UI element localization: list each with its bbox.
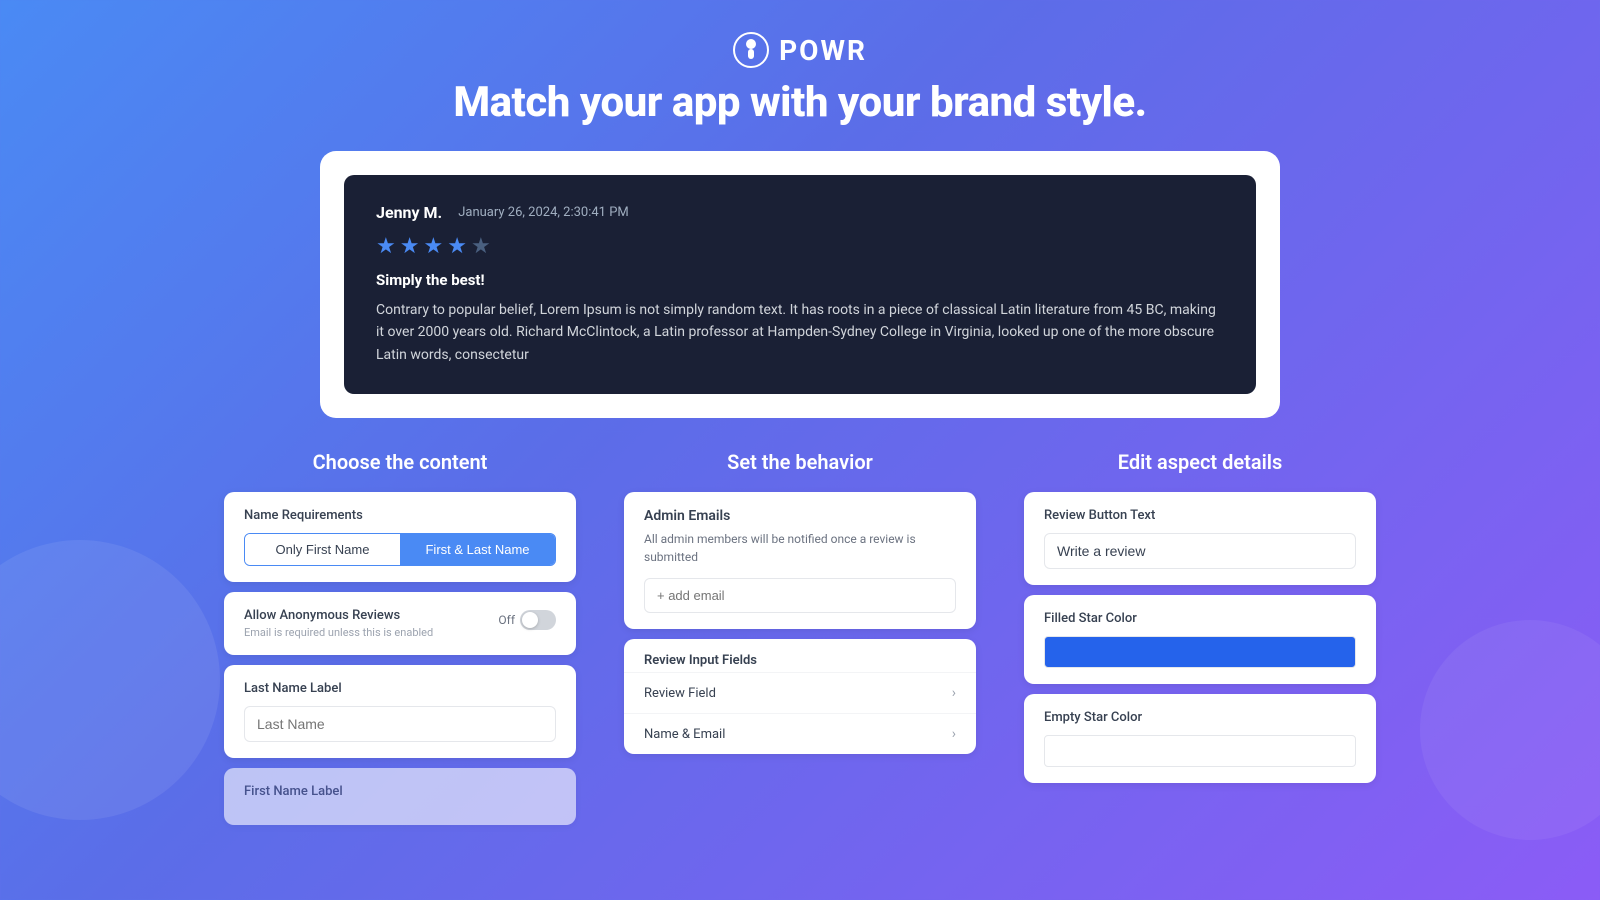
- logo-area: POWR: [0, 32, 1600, 68]
- content-column-title: Choose the content: [224, 450, 576, 474]
- allow-anonymous-info: Allow Anonymous Reviews Email is require…: [244, 608, 433, 639]
- tagline: Match your app with your brand style.: [0, 78, 1600, 127]
- behavior-column: Set the behavior Admin Emails All admin …: [600, 450, 1000, 835]
- last-name-label-card: Last Name Label: [224, 665, 576, 758]
- name-requirements-card: Name Requirements Only First Name First …: [224, 492, 576, 582]
- empty-star-color-label: Empty Star Color: [1044, 710, 1356, 725]
- review-body: Contrary to popular belief, Lorem Ipsum …: [376, 299, 1224, 366]
- review-card: Jenny M. January 26, 2024, 2:30:41 PM ★ …: [344, 175, 1256, 394]
- last-name-input[interactable]: [244, 706, 556, 742]
- switch-track[interactable]: [520, 610, 556, 630]
- logo-text: POWR: [779, 34, 867, 67]
- switch-knob: [522, 612, 538, 628]
- review-date: January 26, 2024, 2:30:41 PM: [458, 205, 629, 220]
- aspect-column: Edit aspect details Review Button Text F…: [1000, 450, 1400, 835]
- allow-anonymous-label: Allow Anonymous Reviews: [244, 608, 433, 623]
- first-name-label: First Name Label: [244, 784, 556, 799]
- last-name-label: Last Name Label: [244, 681, 556, 696]
- name-toggle-group: Only First Name First & Last Name: [244, 533, 556, 566]
- name-requirements-label: Name Requirements: [244, 508, 556, 523]
- review-field-row[interactable]: Review Field ›: [624, 672, 976, 713]
- review-button-text-card: Review Button Text: [1024, 492, 1376, 585]
- header: POWR Match your app with your brand styl…: [0, 0, 1600, 151]
- anonymous-toggle[interactable]: Off: [498, 610, 556, 630]
- star-5: ★: [471, 234, 491, 259]
- review-input-fields-card: Review Input Fields Review Field › Name …: [624, 639, 976, 754]
- review-field-label: Review Field: [644, 686, 716, 701]
- allow-anonymous-row: Allow Anonymous Reviews Email is require…: [244, 608, 556, 639]
- allow-anonymous-card: Allow Anonymous Reviews Email is require…: [224, 592, 576, 655]
- star-rating: ★ ★ ★ ★ ★: [376, 234, 1224, 259]
- star-4: ★: [447, 234, 467, 259]
- toggle-off-label: Off: [498, 613, 515, 627]
- powr-logo-icon: [733, 32, 769, 68]
- review-button-text-input[interactable]: [1044, 533, 1356, 569]
- review-button-text-label: Review Button Text: [1044, 508, 1356, 523]
- filled-star-color-label: Filled Star Color: [1044, 611, 1356, 626]
- star-1: ★: [376, 234, 396, 259]
- empty-star-color-swatch[interactable]: [1044, 735, 1356, 767]
- behavior-column-title: Set the behavior: [624, 450, 976, 474]
- filled-star-color-card: Filled Star Color: [1024, 595, 1376, 684]
- reviewer-name: Jenny M.: [376, 203, 442, 222]
- admin-emails-title: Admin Emails: [644, 508, 956, 524]
- star-2: ★: [400, 234, 420, 259]
- review-input-fields-title: Review Input Fields: [624, 639, 976, 668]
- review-field-chevron: ›: [952, 685, 956, 701]
- filled-star-color-swatch[interactable]: [1044, 636, 1356, 668]
- empty-star-color-card: Empty Star Color: [1024, 694, 1376, 783]
- review-header: Jenny M. January 26, 2024, 2:30:41 PM: [376, 203, 1224, 222]
- first-name-label-card: First Name Label: [224, 768, 576, 825]
- preview-wrapper: Jenny M. January 26, 2024, 2:30:41 PM ★ …: [320, 151, 1280, 418]
- bottom-section: Choose the content Name Requirements Onl…: [0, 418, 1600, 835]
- content-column: Choose the content Name Requirements Onl…: [200, 450, 600, 835]
- only-first-name-button[interactable]: Only First Name: [245, 534, 400, 565]
- aspect-column-title: Edit aspect details: [1024, 450, 1376, 474]
- review-title: Simply the best!: [376, 271, 1224, 289]
- admin-emails-desc: All admin members will be notified once …: [644, 530, 956, 566]
- allow-anonymous-sublabel: Email is required unless this is enabled: [244, 626, 433, 639]
- first-last-name-button[interactable]: First & Last Name: [400, 534, 555, 565]
- name-email-row[interactable]: Name & Email ›: [624, 713, 976, 754]
- name-email-chevron: ›: [952, 726, 956, 742]
- add-email-input[interactable]: [644, 578, 956, 613]
- name-email-label: Name & Email: [644, 727, 725, 742]
- admin-emails-card: Admin Emails All admin members will be n…: [624, 492, 976, 629]
- star-3: ★: [423, 234, 443, 259]
